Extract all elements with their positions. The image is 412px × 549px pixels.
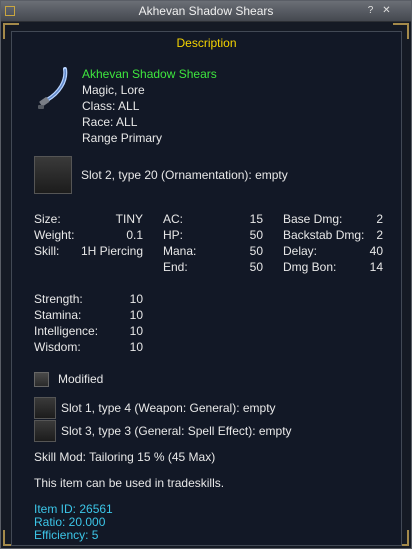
item-slot: Range Primary [82, 131, 163, 145]
close-icon[interactable]: ✕ [381, 5, 392, 16]
aug-slot-box[interactable] [34, 420, 56, 442]
stat-label: HP: [163, 228, 184, 242]
item-flags: Magic, Lore [82, 83, 145, 97]
item-id: Item ID: 26561 [34, 502, 113, 516]
item-race: Race: ALL [82, 115, 138, 129]
stat-value: 2 [376, 228, 383, 242]
stat-value: 2 [376, 212, 383, 226]
stat-label: Mana: [163, 244, 197, 258]
item-name: Akhevan Shadow Shears [82, 67, 217, 81]
description-header: Description [176, 36, 237, 50]
attribute-value: 10 [129, 308, 143, 322]
stat-value: 50 [249, 244, 263, 258]
skill-mod: Skill Mod: Tailoring 15 % (45 Max) [34, 450, 216, 464]
stat-value: 0.1 [126, 228, 143, 242]
item-class: Class: ALL [82, 99, 140, 113]
ratio: Ratio: 20.000 [34, 515, 106, 529]
stat-value: TINY [115, 212, 143, 226]
modified-checkbox[interactable] [34, 372, 49, 387]
tradeskill-note: This item can be used in tradeskills. [34, 476, 225, 490]
stat-label: Base Dmg: [283, 212, 343, 226]
attribute-label: Strength: [34, 292, 83, 306]
efficiency: Efficiency: 5 [34, 528, 99, 542]
stat-value: 50 [249, 260, 263, 274]
item-display-window: Akhevan Shadow Shears ? ✕ Description Ak… [0, 0, 412, 549]
stat-label: End: [163, 260, 188, 274]
stat-label: Weight: [34, 228, 75, 242]
stat-value: 14 [369, 260, 383, 274]
attribute-value: 10 [129, 292, 143, 306]
stat-label: Skill: [34, 244, 60, 258]
aug-slot-label: Slot 1, type 4 (Weapon: General): empty [61, 401, 276, 415]
attribute-label: Stamina: [34, 308, 82, 322]
help-icon[interactable]: ? [365, 5, 376, 16]
window-title: Akhevan Shadow Shears [138, 4, 274, 18]
ornament-slot-box[interactable] [34, 156, 72, 194]
attribute-value: 10 [129, 324, 143, 338]
aug-slot-label: Slot 3, type 3 (General: Spell Effect): … [61, 424, 292, 438]
stat-value: 50 [249, 228, 263, 242]
sickle-icon [37, 67, 73, 111]
attribute-label: Intelligence: [34, 324, 99, 338]
attribute-value: 10 [129, 340, 143, 354]
stat-label: Size: [34, 212, 61, 226]
modified-label: Modified [58, 372, 104, 386]
stat-value: 15 [249, 212, 263, 226]
stat-label: AC: [163, 212, 184, 226]
ornament-slot-label: Slot 2, type 20 (Ornamentation): empty [81, 168, 288, 182]
stat-value: 1H Piercing [80, 244, 143, 258]
title-bar[interactable]: Akhevan Shadow Shears ? ✕ [1, 1, 411, 22]
stat-label: Delay: [283, 244, 318, 258]
attribute-label: Wisdom: [34, 340, 81, 354]
stat-label: Dmg Bon: [283, 260, 337, 274]
stat-value: 40 [369, 244, 383, 258]
aug-slot-box[interactable] [34, 397, 56, 419]
